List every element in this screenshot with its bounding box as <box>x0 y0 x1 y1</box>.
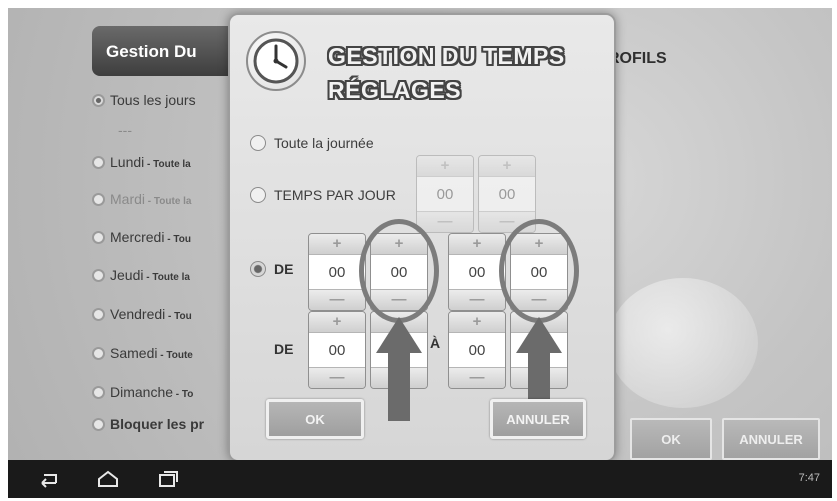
decrement-button[interactable]: — <box>449 290 505 310</box>
dialog-ok-button[interactable]: OK <box>266 399 364 439</box>
up-arrow-icon <box>376 317 422 421</box>
to-label: À <box>430 335 441 351</box>
separator: --- <box>118 122 132 138</box>
increment-button[interactable]: + <box>309 234 365 254</box>
increment-button: + <box>479 156 535 176</box>
day-label: Lundi <box>110 154 145 170</box>
radio-icon <box>92 418 105 431</box>
day-option-tuesday[interactable]: Mardi - Toute la <box>92 191 192 207</box>
radio-icon <box>250 187 266 203</box>
clock-icon <box>246 31 306 91</box>
day-label: Vendredi <box>110 306 166 322</box>
option-time-range[interactable] <box>250 261 274 277</box>
increment-button[interactable]: + <box>309 312 365 332</box>
system-navigation-bar: 7:47 <box>8 460 832 498</box>
day-label: Mercredi <box>110 229 165 245</box>
highlight-circle <box>359 219 439 323</box>
day-suffix: - Toute la <box>143 272 190 283</box>
day-suffix: - Tou <box>165 311 192 322</box>
background-ok-button[interactable]: OK <box>630 418 712 460</box>
radio-icon <box>92 347 105 360</box>
spinner-value: 00 <box>309 332 365 368</box>
radio-icon <box>92 94 105 107</box>
radio-icon <box>92 308 105 321</box>
spinner-value: 00 <box>449 332 505 368</box>
dialog-subtitle: RÉGLAGES <box>328 77 462 103</box>
day-option-thursday[interactable]: Jeudi - Toute la <box>92 267 190 283</box>
radio-icon <box>250 261 266 277</box>
block-label: Bloquer les pr <box>110 416 205 432</box>
decorative-bubble <box>608 278 758 408</box>
block-option[interactable]: Bloquer les pr <box>92 416 204 432</box>
dialog-title: GESTION DU TEMPS <box>328 43 565 69</box>
day-label: Dimanche <box>110 384 174 400</box>
day-suffix: - Toute la <box>145 196 192 207</box>
time-settings-dialog: GESTION DU TEMPS RÉGLAGES Toute la journ… <box>228 13 616 462</box>
home-icon[interactable] <box>96 469 120 489</box>
day-label: Samedi <box>110 345 158 361</box>
option-all-day-label: Toute la journée <box>274 135 374 151</box>
radio-icon <box>92 231 105 244</box>
decrement-button[interactable]: — <box>309 368 365 388</box>
radio-icon <box>92 193 105 206</box>
day-option-saturday[interactable]: Samedi - Toute <box>92 345 193 361</box>
background-cancel-button[interactable]: ANNULER <box>722 418 820 460</box>
radio-icon <box>92 156 105 169</box>
day-label: Jeudi <box>110 267 144 283</box>
to-hours-spinner-1[interactable]: + 00 — <box>448 233 506 311</box>
status-time: 7:47 <box>798 472 820 484</box>
all-days-option[interactable]: Tous les jours <box>92 92 196 108</box>
from-label-2: DE <box>274 341 294 357</box>
spinner-value: 00 <box>417 176 473 212</box>
decrement-button: — <box>417 212 473 232</box>
increment-button[interactable]: + <box>449 234 505 254</box>
option-all-day[interactable]: Toute la journée <box>250 135 374 151</box>
decrement-button[interactable]: — <box>449 368 505 388</box>
day-option-sunday[interactable]: Dimanche - To <box>92 384 193 400</box>
day-label: Mardi <box>110 191 146 207</box>
dialog-cancel-button[interactable]: ANNULER <box>490 399 586 439</box>
from-label-1: DE <box>274 261 294 277</box>
day-option-monday[interactable]: Lundi - Toute la <box>92 154 191 170</box>
from-hours-spinner-1[interactable]: + 00 — <box>308 233 366 311</box>
option-time-per-day-label: TEMPS PAR JOUR <box>274 187 396 203</box>
day-option-wednesday[interactable]: Mercredi - Tou <box>92 229 191 245</box>
day-suffix: - Tou <box>164 234 191 245</box>
tablet-screen: Gestion Du ROFILS Tous les jours --- Lun… <box>8 8 832 498</box>
increment-button[interactable]: + <box>449 312 505 332</box>
radio-icon <box>92 269 105 282</box>
day-suffix: - Toute la <box>144 159 191 170</box>
from-hours-spinner-2[interactable]: + 00 — <box>308 311 366 389</box>
spinner-value: 00 <box>449 254 505 290</box>
day-option-friday[interactable]: Vendredi - Tou <box>92 306 192 322</box>
spinner-value: 00 <box>479 176 535 212</box>
decrement-button[interactable]: — <box>309 290 365 310</box>
increment-button: + <box>417 156 473 176</box>
day-suffix: - Toute <box>157 350 193 361</box>
all-days-label: Tous les jours <box>110 92 196 108</box>
background-title: Gestion Du <box>106 42 197 61</box>
time-per-day-hours-spinner: + 00 — <box>416 155 474 233</box>
background-profils-label: ROFILS <box>608 50 667 67</box>
radio-icon <box>250 135 266 151</box>
to-hours-spinner-2[interactable]: + 00 — <box>448 311 506 389</box>
back-icon[interactable] <box>36 469 60 489</box>
day-suffix: - To <box>173 389 194 400</box>
option-time-per-day[interactable]: TEMPS PAR JOUR <box>250 187 396 203</box>
spinner-value: 00 <box>309 254 365 290</box>
radio-icon <box>92 386 105 399</box>
highlight-circle <box>499 219 579 323</box>
recent-apps-icon[interactable] <box>156 469 180 489</box>
